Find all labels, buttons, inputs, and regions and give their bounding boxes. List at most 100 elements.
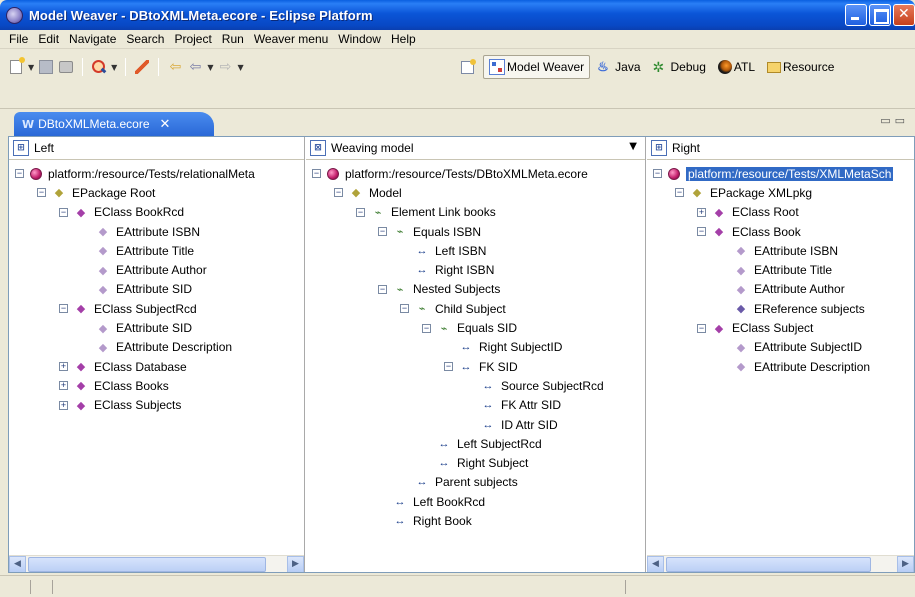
collapse-toggle-icon[interactable]: − bbox=[59, 207, 68, 217]
tree-row[interactable]: ◆ EAttribute Title bbox=[9, 241, 304, 260]
expand-toggle-icon[interactable]: + bbox=[59, 362, 68, 372]
search-dropdown-arrow[interactable]: ▼ bbox=[111, 63, 117, 72]
tree-row[interactable]: ◆ EAttribute Title bbox=[647, 260, 914, 279]
last-edit-location-button[interactable]: ⇦ bbox=[167, 59, 183, 75]
tree-row[interactable]: ↔ ID Attr SID bbox=[306, 415, 645, 434]
tree-row[interactable]: ◆ EAttribute ISBN bbox=[9, 222, 304, 241]
collapse-toggle-icon[interactable]: − bbox=[334, 188, 343, 198]
expand-toggle-icon[interactable]: + bbox=[697, 207, 706, 217]
collapse-toggle-icon[interactable]: − bbox=[675, 188, 684, 198]
collapse-toggle-icon[interactable]: − bbox=[59, 304, 68, 314]
tree-row[interactable]: ↔ Source SubjectRcd bbox=[306, 376, 645, 395]
tree-row[interactable]: − ◆ EClass BookRcd bbox=[9, 203, 304, 222]
tree-row[interactable]: ◆ EAttribute Author bbox=[9, 260, 304, 279]
tree-row[interactable]: − ⌁ Equals ISBN bbox=[306, 222, 645, 241]
scroll-thumb[interactable] bbox=[666, 556, 871, 572]
tree-row[interactable]: ↔ Left ISBN bbox=[306, 241, 645, 260]
left-horizontal-scrollbar[interactable]: ◀ ▶ bbox=[9, 555, 304, 572]
save-button[interactable] bbox=[38, 59, 54, 75]
perspective-model-weaver[interactable]: Model Weaver bbox=[483, 55, 591, 79]
tree-row[interactable]: − ◆ EPackage XMLpkg bbox=[647, 183, 914, 202]
collapse-toggle-icon[interactable]: − bbox=[697, 323, 706, 333]
tree-row[interactable]: ↔ FK Attr SID bbox=[306, 396, 645, 415]
print-button[interactable] bbox=[58, 59, 74, 75]
perspective-java[interactable]: ♨ Java bbox=[592, 55, 645, 79]
perspective-atl[interactable]: ATL bbox=[713, 55, 760, 79]
perspective-resource[interactable]: Resource bbox=[762, 55, 839, 79]
tree-row[interactable]: + ◆ EClass Subjects bbox=[9, 396, 304, 415]
scroll-left-button[interactable]: ◀ bbox=[9, 555, 26, 572]
tree-row[interactable]: − platform:/resource/Tests/relationalMeta bbox=[9, 164, 304, 183]
close-tab-icon[interactable]: ✕ bbox=[160, 117, 171, 132]
collapse-toggle-icon[interactable]: − bbox=[697, 227, 706, 237]
annotation-button[interactable] bbox=[134, 59, 150, 75]
forward-button[interactable]: ⇨ bbox=[217, 59, 233, 75]
forward-dropdown-arrow[interactable]: ▼ bbox=[237, 63, 243, 72]
right-horizontal-scrollbar[interactable]: ◀ ▶ bbox=[647, 555, 914, 572]
tree-row[interactable]: + ◆ EClass Root bbox=[647, 203, 914, 222]
scroll-right-button[interactable]: ▶ bbox=[287, 555, 304, 572]
tree-row[interactable]: − ◆ EClass Subject bbox=[647, 318, 914, 337]
menu-navigate[interactable]: Navigate bbox=[64, 32, 121, 46]
menu-window[interactable]: Window bbox=[333, 32, 386, 46]
tree-row[interactable]: ◆ EAttribute SID bbox=[9, 318, 304, 337]
expand-toggle-icon[interactable]: + bbox=[59, 400, 68, 410]
tree-row[interactable]: ↔ Left SubjectRcd bbox=[306, 434, 645, 453]
view-menu-dropdown-icon[interactable]: ▼ bbox=[629, 141, 637, 152]
scroll-track[interactable] bbox=[26, 556, 287, 572]
tree-row[interactable]: − ⌁ Nested Subjects bbox=[306, 280, 645, 299]
tree-row[interactable]: + ◆ EClass Database bbox=[9, 357, 304, 376]
expand-toggle-icon[interactable]: + bbox=[59, 381, 68, 391]
menu-help[interactable]: Help bbox=[386, 32, 421, 46]
collapse-toggle-icon[interactable]: − bbox=[378, 227, 387, 237]
menu-weaver[interactable]: Weaver menu bbox=[249, 32, 333, 46]
menu-run[interactable]: Run bbox=[217, 32, 249, 46]
back-button[interactable]: ⇦ bbox=[187, 59, 203, 75]
perspective-debug[interactable]: ✲ Debug bbox=[648, 55, 711, 79]
minimize-maximize-icon[interactable]: ▭▭ bbox=[880, 114, 909, 127]
open-perspective-button[interactable] bbox=[456, 55, 481, 79]
maximize-button[interactable] bbox=[869, 4, 891, 26]
collapse-toggle-icon[interactable]: − bbox=[400, 304, 409, 314]
scroll-left-button[interactable]: ◀ bbox=[647, 555, 664, 572]
tree-row[interactable]: ◆ EAttribute Author bbox=[647, 280, 914, 299]
collapse-toggle-icon[interactable]: − bbox=[356, 207, 365, 217]
window-title-bar[interactable]: Model Weaver - DBtoXMLMeta.ecore - Eclip… bbox=[0, 0, 915, 30]
tree-row[interactable]: ↔ Right SubjectID bbox=[306, 338, 645, 357]
tree-row[interactable]: ◆ EAttribute SubjectID bbox=[647, 338, 914, 357]
collapse-toggle-icon[interactable]: − bbox=[422, 323, 431, 333]
collapse-toggle-icon[interactable]: − bbox=[15, 169, 24, 179]
tree-row[interactable]: − platform:/resource/Tests/XMLMetaSch bbox=[647, 164, 914, 183]
tree-row[interactable]: ↔ Right Book bbox=[306, 511, 645, 530]
tree-row[interactable]: ◆ EReference subjects bbox=[647, 299, 914, 318]
tree-row[interactable]: + ◆ EClass Books bbox=[9, 376, 304, 395]
menu-project[interactable]: Project bbox=[169, 32, 216, 46]
editor-tab-dbtoxmlmeta[interactable]: W DBtoXMLMeta.ecore ✕ bbox=[14, 112, 214, 136]
collapse-toggle-icon[interactable]: − bbox=[312, 169, 321, 179]
menu-search[interactable]: Search bbox=[121, 32, 169, 46]
tree-row[interactable]: − ⌁ Equals SID bbox=[306, 318, 645, 337]
tree-row[interactable]: ↔ Left BookRcd bbox=[306, 492, 645, 511]
tree-row[interactable]: ◆ EAttribute Description bbox=[9, 338, 304, 357]
back-dropdown-arrow[interactable]: ▼ bbox=[207, 63, 213, 72]
minimize-button[interactable] bbox=[845, 4, 867, 26]
tree-row[interactable]: − ↔ FK SID bbox=[306, 357, 645, 376]
collapse-toggle-icon[interactable]: − bbox=[37, 188, 46, 198]
collapse-toggle-icon[interactable]: − bbox=[653, 169, 662, 179]
tree-row[interactable]: ◆ EAttribute SID bbox=[9, 280, 304, 299]
new-dropdown-arrow[interactable]: ▼ bbox=[28, 63, 34, 72]
close-window-button[interactable] bbox=[893, 4, 915, 26]
collapse-toggle-icon[interactable]: − bbox=[378, 284, 387, 294]
tree-row[interactable]: − ◆ EClass Book bbox=[647, 222, 914, 241]
search-button[interactable] bbox=[91, 59, 107, 75]
tree-row[interactable]: ◆ EAttribute Description bbox=[647, 357, 914, 376]
tree-row[interactable]: ◆ EAttribute ISBN bbox=[647, 241, 914, 260]
tree-row[interactable]: − ◆ Model bbox=[306, 183, 645, 202]
tree-row[interactable]: − ◆ EPackage Root bbox=[9, 183, 304, 202]
tree-row[interactable]: − ⌁ Element Link books bbox=[306, 203, 645, 222]
new-file-button[interactable] bbox=[8, 57, 25, 75]
scroll-track[interactable] bbox=[664, 556, 897, 572]
tree-row[interactable]: − ◆ EClass SubjectRcd bbox=[9, 299, 304, 318]
tree-row[interactable]: − platform:/resource/Tests/DBtoXMLMeta.ec… bbox=[306, 164, 645, 183]
tree-row[interactable]: ↔ Right Subject bbox=[306, 453, 645, 472]
